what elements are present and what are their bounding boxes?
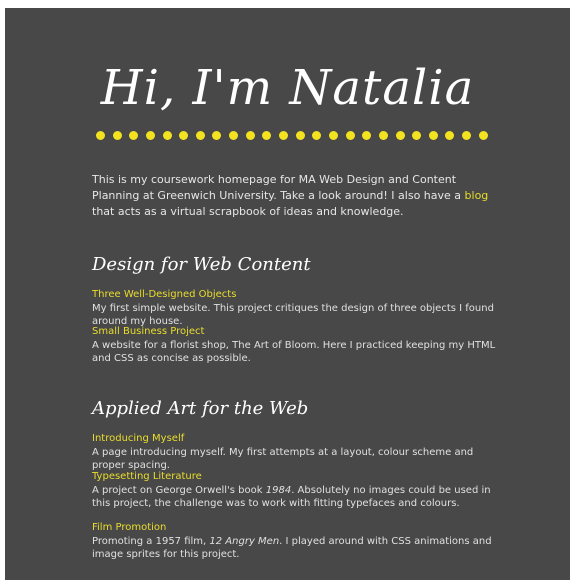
project-film-promotion: Film Promotion Promoting a 1957 film, 12…: [92, 521, 502, 561]
desc-before: A project on George Orwell's book: [92, 485, 266, 496]
project-link[interactable]: Film Promotion: [92, 521, 502, 534]
divider-dot: [312, 130, 322, 140]
divider-dot: [428, 130, 438, 140]
section-heading-design-for-web-content: Design for Web Content: [92, 254, 311, 275]
project-three-well-designed-objects: Three Well-Designed Objects My first sim…: [92, 288, 502, 328]
divider-dot: [112, 130, 122, 140]
desc-before: Promoting a 1957 film,: [92, 536, 210, 547]
page-title: Hi, I'm Natalia: [100, 60, 475, 116]
intro-text-before: This is my coursework homepage for MA We…: [92, 173, 465, 202]
project-link[interactable]: Three Well-Designed Objects: [92, 288, 502, 301]
divider-dot: [462, 130, 472, 140]
project-typesetting-literature: Typesetting Literature A project on Geor…: [92, 470, 502, 510]
divider-dot: [328, 130, 338, 140]
divider-dot: [262, 130, 272, 140]
project-link[interactable]: Small Business Project: [92, 325, 502, 338]
project-link[interactable]: Typesetting Literature: [92, 470, 502, 483]
divider-dot: [245, 130, 255, 140]
blog-link[interactable]: blog: [465, 189, 489, 202]
divider-dot: [395, 130, 405, 140]
project-small-business: Small Business Project A website for a f…: [92, 325, 502, 365]
divider-dot: [212, 130, 222, 140]
divider-dot: [295, 130, 305, 140]
divider-dot: [162, 130, 172, 140]
project-description: A project on George Orwell's book 1984. …: [92, 484, 502, 510]
divider-dot: [362, 130, 372, 140]
project-link[interactable]: Introducing Myself: [92, 432, 502, 445]
divider-dot: [279, 130, 289, 140]
film-title: 12 Angry Men: [209, 536, 280, 547]
section-heading-applied-art-for-the-web: Applied Art for the Web: [92, 398, 309, 419]
divider-dot: [345, 130, 355, 140]
intro-paragraph: This is my coursework homepage for MA We…: [92, 172, 492, 220]
project-introducing-myself: Introducing Myself A page introducing my…: [92, 432, 502, 472]
divider-dot: [145, 130, 155, 140]
page-panel: Hi, I'm Natalia This is my coursework ho…: [5, 8, 570, 580]
divider-dot: [195, 130, 205, 140]
divider-dot: [378, 130, 388, 140]
divider-dot: [412, 130, 422, 140]
project-description: Promoting a 1957 film, 12 Angry Men. I p…: [92, 535, 502, 561]
project-description: A page introducing myself. My first atte…: [92, 447, 474, 471]
divider-dot: [478, 130, 488, 140]
divider-dot: [96, 130, 105, 140]
divider-dot: [129, 130, 139, 140]
project-description: A website for a florist shop, The Art of…: [92, 340, 496, 364]
divider-dot: [179, 130, 189, 140]
dotted-divider: [96, 128, 488, 142]
divider-dot: [229, 130, 239, 140]
book-title: 1984: [265, 485, 292, 496]
divider-dot: [445, 130, 455, 140]
intro-text-after: that acts as a virtual scrapbook of idea…: [92, 205, 404, 218]
